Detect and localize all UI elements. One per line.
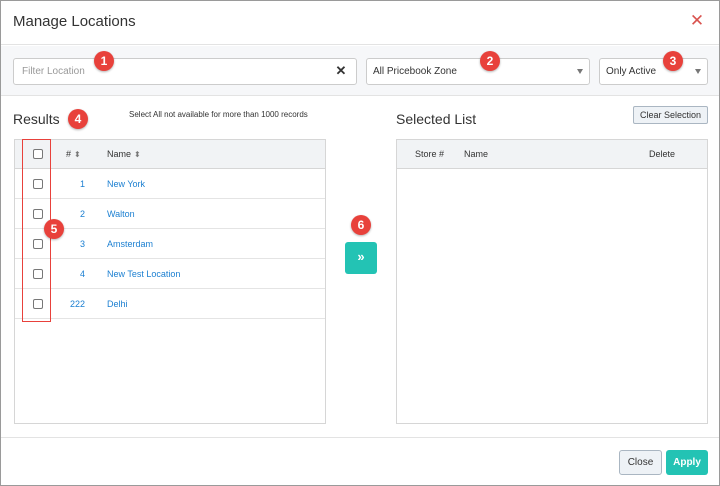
- caret-down-icon: [577, 69, 583, 74]
- callout-badge-6: 6: [351, 215, 371, 235]
- row-number: 3: [79, 239, 85, 249]
- row-number: 2: [79, 209, 85, 219]
- column-number[interactable]: # ⬍: [66, 149, 81, 159]
- dialog-footer: Close Apply: [1, 437, 719, 485]
- filter-location-input[interactable]: [13, 58, 357, 85]
- row-checkbox[interactable]: [33, 179, 43, 189]
- row-name-link[interactable]: New York: [107, 179, 145, 189]
- dialog-header: Manage Locations ✕: [1, 1, 719, 45]
- apply-button[interactable]: Apply: [666, 450, 708, 475]
- clear-icon[interactable]: ✕: [334, 64, 348, 78]
- column-number-label: #: [66, 149, 72, 159]
- selected-table-header: Store # Name Delete: [397, 140, 707, 169]
- callout-badge-1: 1: [94, 51, 114, 71]
- row-checkbox[interactable]: [33, 269, 43, 279]
- row-checkbox[interactable]: [33, 209, 43, 219]
- select-all-note: Select All not available for more than 1…: [129, 110, 308, 119]
- row-name-link[interactable]: Amsterdam: [107, 239, 153, 249]
- callout-badge-5: 5: [44, 219, 64, 239]
- sort-icon: ⬍: [74, 150, 81, 159]
- row-name-link[interactable]: Walton: [107, 209, 135, 219]
- pricebook-zone-value: All Pricebook Zone: [373, 66, 457, 77]
- results-table: # ⬍ Name ⬍ 1 New York 2 Walton 3 Amsterdam…: [14, 139, 326, 424]
- callout-badge-3: 3: [663, 51, 683, 71]
- table-row: 222 Delhi: [15, 289, 325, 319]
- selected-list-title: Selected List: [396, 111, 477, 127]
- table-row: 1 New York: [15, 169, 325, 199]
- column-delete: Delete: [649, 149, 676, 159]
- callout-badge-2: 2: [480, 51, 500, 71]
- row-name-link[interactable]: New Test Location: [107, 269, 180, 279]
- status-select[interactable]: Only Active: [599, 58, 708, 85]
- table-row: 4 New Test Location: [15, 259, 325, 289]
- close-button[interactable]: Close: [619, 450, 662, 475]
- manage-locations-dialog: Manage Locations ✕ ✕ All Pricebook Zone …: [0, 0, 720, 486]
- results-table-header: # ⬍ Name ⬍: [15, 140, 325, 169]
- close-icon[interactable]: ✕: [689, 11, 705, 31]
- caret-down-icon: [695, 69, 701, 74]
- row-number: 222: [69, 299, 85, 309]
- column-store-number: Store #: [415, 149, 445, 159]
- row-number: 1: [79, 179, 85, 189]
- select-all-checkbox[interactable]: [33, 149, 43, 159]
- move-to-selected-button[interactable]: »: [345, 242, 377, 274]
- pricebook-zone-select[interactable]: All Pricebook Zone: [366, 58, 590, 85]
- row-checkbox[interactable]: [33, 299, 43, 309]
- dialog-title: Manage Locations: [13, 13, 136, 30]
- results-title: Results: [13, 111, 60, 127]
- column-name[interactable]: Name ⬍: [107, 149, 141, 159]
- sort-icon: ⬍: [134, 150, 141, 159]
- selected-list-table: Store # Name Delete: [396, 139, 708, 424]
- row-checkbox[interactable]: [33, 239, 43, 249]
- clear-selection-button[interactable]: Clear Selection: [633, 106, 708, 124]
- column-name: Name: [464, 149, 489, 159]
- row-number: 4: [79, 269, 85, 279]
- row-name-link[interactable]: Delhi: [107, 299, 128, 309]
- status-value: Only Active: [606, 66, 657, 77]
- callout-badge-4: 4: [68, 109, 88, 129]
- column-name-label: Name: [107, 149, 132, 159]
